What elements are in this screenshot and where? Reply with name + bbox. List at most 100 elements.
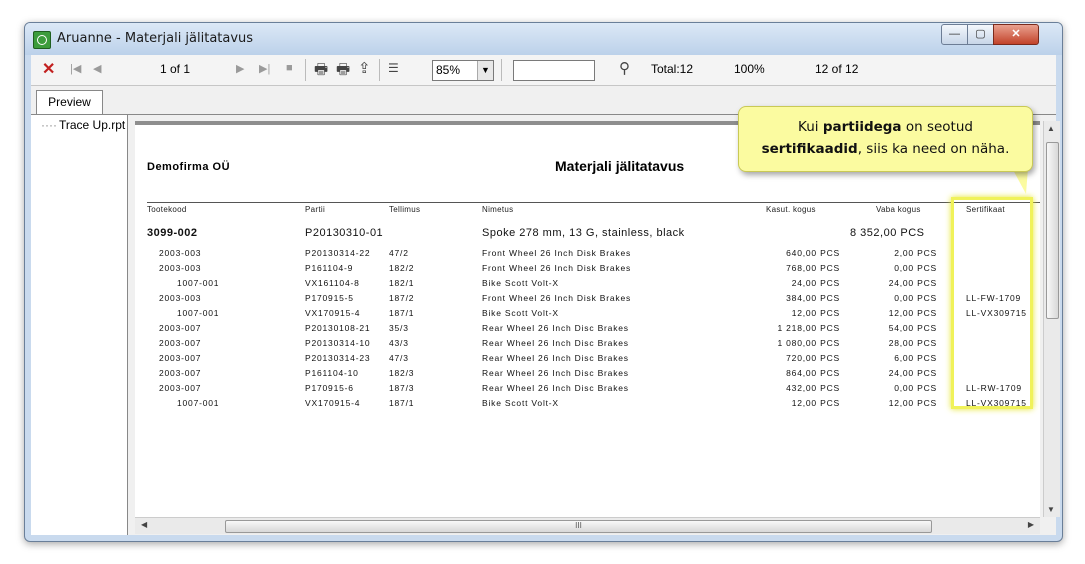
row-used-qty: 432,00 PCS xyxy=(786,383,840,393)
row-name: Front Wheel 26 Inch Disk Brakes xyxy=(482,293,632,303)
row-order: 182/3 xyxy=(389,368,415,378)
header-partii: Partii xyxy=(305,205,326,214)
chevron-down-icon[interactable]: ▼ xyxy=(477,61,493,80)
percent-label: 100% xyxy=(734,62,765,76)
tab-preview[interactable]: Preview xyxy=(36,90,103,115)
main-name: Spoke 278 mm, 13 G, stainless, black xyxy=(482,227,685,239)
last-page-icon[interactable]: ▶| xyxy=(259,62,270,75)
total-label: Total:12 xyxy=(651,62,694,76)
row-free-qty: 54,00 PCS xyxy=(888,323,937,333)
callout-text: on seotud xyxy=(901,119,973,135)
header-kasut-kogus: Kasut. kogus xyxy=(766,205,816,214)
content-area: Trace Up.rpt Demofirma OÜ Materjali jäli… xyxy=(31,114,1060,535)
print-icon[interactable]: 🖶 xyxy=(314,59,328,84)
close-button[interactable]: ✕ xyxy=(993,24,1039,45)
row-used-qty: 768,00 PCS xyxy=(786,263,840,273)
vertical-scrollbar[interactable]: ▲ ▼ xyxy=(1043,121,1060,517)
tree-item-report[interactable]: Trace Up.rpt xyxy=(41,118,125,132)
header-divider xyxy=(147,202,1040,203)
row-code: 1007-001 xyxy=(177,278,220,288)
row-code: 1007-001 xyxy=(177,398,220,408)
row-order: 187/1 xyxy=(389,398,415,408)
callout-bold: sertifikaadid xyxy=(761,141,858,157)
next-page-icon[interactable]: ▶ xyxy=(236,62,244,75)
row-code: 2003-007 xyxy=(159,383,202,393)
row-used-qty: 864,00 PCS xyxy=(786,368,840,378)
row-code: 1007-001 xyxy=(177,308,220,318)
horizontal-scrollbar[interactable]: ◀ III ▶ xyxy=(135,517,1040,534)
main-free-qty: 8 352,00 PCS xyxy=(850,227,925,239)
main-batch: P20130310-01 xyxy=(305,227,384,239)
stop-icon[interactable]: ■ xyxy=(286,62,293,74)
app-icon xyxy=(33,31,51,49)
row-batch: P161104-10 xyxy=(305,368,359,378)
row-name: Rear Wheel 26 Inch Disc Brakes xyxy=(482,338,629,348)
binoculars-icon[interactable]: ⚲ xyxy=(619,59,630,77)
row-free-qty: 12,00 PCS xyxy=(888,308,937,318)
window-title: Aruanne - Materjali jälitatavus xyxy=(57,31,254,46)
row-used-qty: 720,00 PCS xyxy=(786,353,840,363)
group-tree-icon[interactable]: ☰ xyxy=(388,61,399,75)
main-code: 3099-002 xyxy=(147,227,198,239)
scroll-left-icon[interactable]: ◀ xyxy=(141,520,147,529)
row-order: 47/3 xyxy=(389,353,409,363)
report-window: Aruanne - Materjali jälitatavus — ▢ ✕ ✕ … xyxy=(24,22,1063,542)
scroll-down-icon[interactable]: ▼ xyxy=(1047,505,1055,514)
print-setup-icon[interactable]: 🖶 xyxy=(336,59,350,84)
title-bar: Aruanne - Materjali jälitatavus — ▢ ✕ xyxy=(25,23,1062,55)
callout-text: Kui xyxy=(798,119,823,135)
row-used-qty: 1 080,00 PCS xyxy=(777,338,840,348)
row-name: Rear Wheel 26 Inch Disc Brakes xyxy=(482,383,629,393)
row-batch: P20130314-22 xyxy=(305,248,371,258)
company-name: Demofirma OÜ xyxy=(147,161,231,173)
vertical-scroll-thumb[interactable] xyxy=(1046,142,1059,319)
export-icon[interactable]: ⇪ xyxy=(358,59,371,77)
maximize-button[interactable]: ▢ xyxy=(967,24,994,45)
row-batch: P161104-9 xyxy=(305,263,354,273)
scroll-right-icon[interactable]: ▶ xyxy=(1028,520,1034,529)
zoom-value: 85% xyxy=(436,63,461,77)
row-code: 2003-007 xyxy=(159,368,202,378)
row-used-qty: 24,00 PCS xyxy=(791,278,840,288)
row-free-qty: 12,00 PCS xyxy=(888,398,937,408)
close-report-icon[interactable]: ✕ xyxy=(42,59,55,79)
minimize-button[interactable]: — xyxy=(941,24,968,45)
row-free-qty: 24,00 PCS xyxy=(888,368,937,378)
row-batch: P20130314-10 xyxy=(305,338,371,348)
row-name: Rear Wheel 26 Inch Disc Brakes xyxy=(482,368,629,378)
row-free-qty: 6,00 PCS xyxy=(894,353,937,363)
search-input[interactable] xyxy=(513,60,595,81)
row-free-qty: 0,00 PCS xyxy=(894,383,937,393)
row-order: 47/2 xyxy=(389,248,409,258)
scroll-up-icon[interactable]: ▲ xyxy=(1047,124,1055,133)
row-free-qty: 28,00 PCS xyxy=(888,338,937,348)
row-free-qty: 24,00 PCS xyxy=(888,278,937,288)
row-order: 182/2 xyxy=(389,263,415,273)
row-code: 2003-007 xyxy=(159,323,202,333)
record-count: 12 of 12 xyxy=(815,62,859,76)
zoom-select[interactable]: 85% ▼ xyxy=(432,60,494,81)
group-tree: Trace Up.rpt xyxy=(31,115,128,535)
row-order: 43/3 xyxy=(389,338,409,348)
horizontal-scroll-thumb[interactable]: III xyxy=(225,520,932,533)
row-free-qty: 0,00 PCS xyxy=(894,293,937,303)
row-name: Rear Wheel 26 Inch Disc Brakes xyxy=(482,353,629,363)
callout-text: , siis ka need on näha. xyxy=(857,141,1010,157)
row-used-qty: 384,00 PCS xyxy=(786,293,840,303)
row-batch: P20130108-21 xyxy=(305,323,371,333)
row-order: 182/1 xyxy=(389,278,415,288)
header-tellimus: Tellimus xyxy=(389,205,421,214)
row-batch: VX170915-4 xyxy=(305,398,361,408)
row-code: 2003-003 xyxy=(159,293,202,303)
prev-page-icon[interactable]: ◀ xyxy=(93,62,101,75)
row-used-qty: 12,00 PCS xyxy=(791,398,840,408)
row-order: 35/3 xyxy=(389,323,409,333)
row-batch: P20130314-23 xyxy=(305,353,371,363)
row-code: 2003-003 xyxy=(159,248,202,258)
row-name: Bike Scott Volt-X xyxy=(482,278,559,288)
row-order: 187/1 xyxy=(389,308,415,318)
report-page: Demofirma OÜ Materjali jälitatavus Toote… xyxy=(135,125,1040,517)
report-toolbar: ✕ |◀ ◀ 1 of 1 ▶ ▶| ■ 🖶 🖶 ⇪ ☰ 85% ▼ ⚲ Tot… xyxy=(31,55,1056,86)
first-page-icon[interactable]: |◀ xyxy=(70,62,81,75)
row-name: Front Wheel 26 Inch Disk Brakes xyxy=(482,263,632,273)
